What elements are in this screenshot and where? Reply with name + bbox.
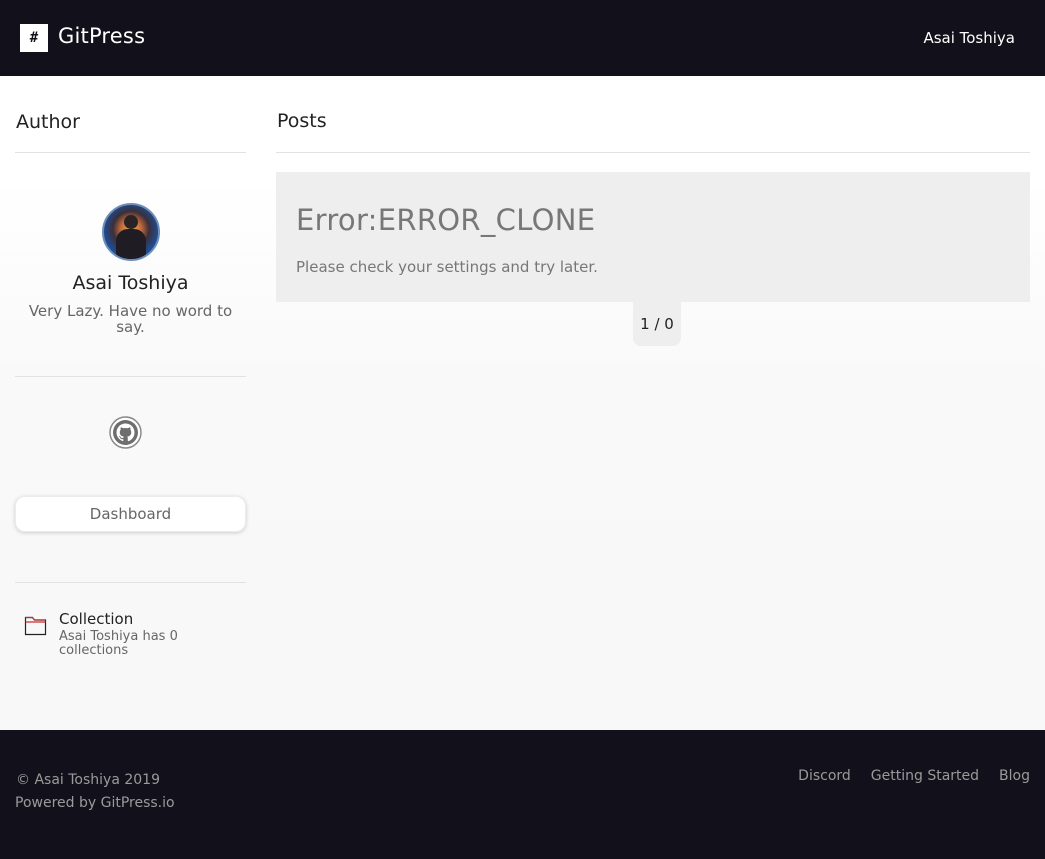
author-bio: Very Lazy. Have no word to say. bbox=[28, 302, 233, 336]
posts-divider bbox=[276, 152, 1030, 153]
error-message: Please check your settings and try later… bbox=[296, 258, 598, 276]
dashboard-button[interactable]: Dashboard bbox=[15, 496, 246, 532]
copyright-text: © Asai Toshiya 2019 bbox=[16, 772, 160, 788]
folder-icon bbox=[24, 616, 47, 636]
sidebar-title: Author bbox=[16, 111, 80, 133]
sidebar-divider bbox=[15, 152, 246, 153]
brand-link[interactable]: GitPress bbox=[58, 22, 145, 50]
footer-link-blog[interactable]: Blog bbox=[999, 767, 1030, 785]
logo-icon[interactable]: # bbox=[20, 24, 48, 52]
footer-link-discord[interactable]: Discord bbox=[798, 767, 851, 785]
avatar[interactable] bbox=[102, 203, 160, 261]
top-navbar: # GitPress Asai Toshiya bbox=[0, 0, 1045, 76]
footer-links: Discord Getting Started Blog bbox=[798, 767, 1030, 785]
sidebar-divider bbox=[15, 582, 246, 583]
header-user-link[interactable]: Asai Toshiya bbox=[923, 28, 1015, 48]
error-panel: Error:ERROR_CLONE Please check your sett… bbox=[276, 172, 1030, 302]
posts-title: Posts bbox=[277, 110, 327, 132]
sidebar-divider bbox=[15, 376, 246, 377]
author-name: Asai Toshiya bbox=[72, 272, 189, 294]
footer: © Asai Toshiya 2019 Powered by GitPress.… bbox=[0, 730, 1045, 859]
powered-by-link[interactable]: Powered by GitPress.io bbox=[15, 794, 175, 812]
error-title: Error:ERROR_CLONE bbox=[296, 203, 596, 237]
github-icon[interactable] bbox=[109, 416, 142, 449]
footer-link-getting-started[interactable]: Getting Started bbox=[871, 767, 979, 785]
collection-title[interactable]: Collection bbox=[59, 610, 133, 628]
pagination[interactable]: 1 / 0 bbox=[633, 302, 681, 346]
collection-description: Asai Toshiya has 0 collections bbox=[59, 629, 178, 658]
